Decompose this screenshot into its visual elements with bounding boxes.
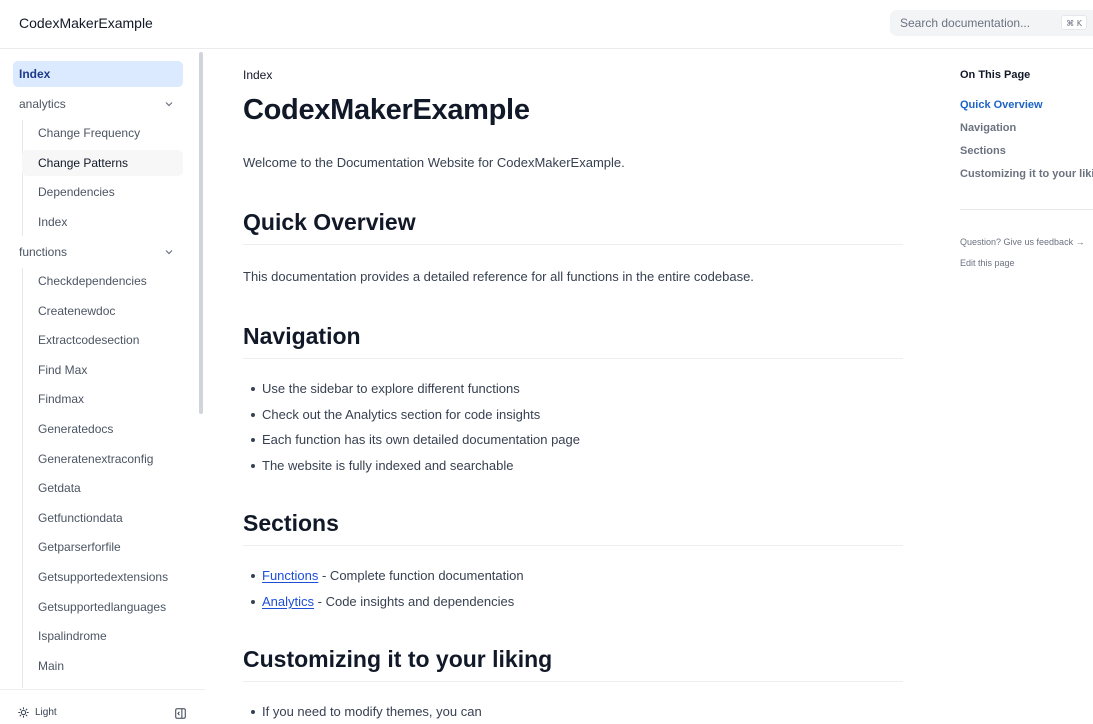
toc-link-sections[interactable]: Sections [960, 145, 1006, 157]
list-item: Each function has its own detailed docum… [251, 432, 580, 447]
list-item: Check out the Analytics section for code… [251, 407, 540, 422]
toc-link-quick-overview[interactable]: Quick Overview [960, 99, 1043, 111]
sidebar-item-label: Ispalindrome [38, 629, 107, 643]
site-logo[interactable]: CodexMakerExample [19, 15, 153, 31]
sidebar-item-label: Index [38, 215, 68, 229]
sidebar-item-getsupportedextensions[interactable]: Getsupportedextensions [22, 564, 183, 590]
sidebar-item-label: Getsupportedlanguages [38, 600, 167, 614]
intro-paragraph: Welcome to the Documentation Website for… [243, 155, 625, 170]
sidebar-item-change-patterns[interactable]: Change Patterns [22, 150, 183, 176]
heading-quick-overview: Quick Overview [243, 209, 903, 245]
sidebar-item-label: Findmax [38, 392, 85, 406]
breadcrumb[interactable]: Index [243, 68, 272, 82]
theme-toggle-button[interactable]: Light [18, 707, 57, 718]
sidebar-item-main[interactable]: Main [22, 653, 183, 679]
list-item-text: Each function has its own detailed docum… [262, 432, 580, 447]
chevron-down-icon [165, 250, 173, 255]
sidebar-item-generatedocs[interactable]: Generatedocs [22, 416, 183, 442]
sidebar-item-label: Getdata [38, 481, 81, 495]
list-item-text: If you need to modify themes, you can [262, 704, 482, 719]
list-item: If you need to modify themes, you can [251, 704, 482, 719]
sun-icon [18, 707, 29, 718]
sidebar-item-dependencies[interactable]: Dependencies [22, 179, 183, 205]
heading-navigation: Navigation [243, 323, 903, 359]
list-item-text: Use the sidebar to explore different fun… [262, 381, 520, 396]
list-item-text: - Complete function documentation [318, 568, 524, 583]
analytics-link[interactable]: Analytics [262, 594, 314, 609]
sidebar-item-label: Checkdependencies [38, 274, 147, 288]
heading-sections: Sections [243, 510, 903, 546]
sidebar-collapse-icon[interactable] [175, 708, 186, 719]
sidebar-group-analytics[interactable]: analytics [13, 91, 183, 117]
bullet-icon [251, 573, 255, 578]
theme-toggle-label: Light [35, 707, 57, 718]
toc-link-navigation[interactable]: Navigation [960, 122, 1016, 134]
sidebar-item-label: Getsupportedextensions [38, 570, 169, 584]
page-title: CodexMakerExample [243, 94, 530, 126]
sidebar-item-extractcodesection[interactable]: Extractcodesection [22, 327, 183, 353]
sidebar: Index analytics Change Frequency Change … [0, 49, 205, 724]
bullet-icon [251, 463, 255, 468]
sidebar-item-getsupportedlanguages[interactable]: Getsupportedlanguages [22, 594, 183, 620]
quick-overview-paragraph: This documentation provides a detailed r… [243, 269, 754, 284]
sidebar-item-label: Change Frequency [38, 126, 141, 140]
sidebar-item-change-frequency[interactable]: Change Frequency [22, 120, 183, 146]
list-item-text: The website is fully indexed and searcha… [262, 458, 514, 473]
sidebar-item-analytics-index[interactable]: Index [22, 209, 183, 235]
list-item-text: Check out the Analytics section for code… [262, 407, 541, 422]
sidebar-item-index[interactable]: Index [13, 61, 183, 87]
bullet-icon [251, 412, 255, 417]
bullet-icon [251, 386, 255, 391]
edit-page-link[interactable]: Edit this page [960, 258, 1015, 268]
toc-title: On This Page [960, 69, 1031, 81]
sidebar-item-label: Getparserforfile [38, 540, 121, 554]
sidebar-item-createnewdoc[interactable]: Createnewdoc [22, 298, 183, 324]
chevron-down-icon [165, 102, 173, 107]
sidebar-item-findmax[interactable]: Findmax [22, 386, 183, 412]
list-item: The website is fully indexed and searcha… [251, 458, 513, 473]
search-placeholder: Search documentation... [900, 16, 1031, 30]
sidebar-item-getfunctiondata[interactable]: Getfunctiondata [22, 505, 183, 531]
sidebar-item-label: Getfunctiondata [38, 511, 123, 525]
on-this-page-toc: On This Page Quick Overview Navigation S… [960, 49, 1093, 724]
toc-link-customizing[interactable]: Customizing it to your liking [960, 168, 1093, 180]
sidebar-group-label: functions [19, 245, 68, 259]
sidebar-scrollbar[interactable] [199, 52, 203, 414]
bullet-icon [251, 599, 255, 604]
list-item: Functions - Complete function documentat… [251, 568, 524, 583]
sidebar-item-find-max[interactable]: Find Max [22, 357, 183, 383]
sidebar-item-getparserforfile[interactable]: Getparserforfile [22, 534, 183, 560]
sidebar-item-label: Main [38, 659, 65, 673]
heading-customizing: Customizing it to your liking [243, 646, 903, 682]
sidebar-item-label: Find Max [38, 363, 88, 377]
sidebar-group-functions[interactable]: functions [13, 239, 183, 265]
bullet-icon [251, 709, 255, 714]
sidebar-item-label: Generatedocs [38, 422, 114, 436]
functions-link[interactable]: Functions [262, 568, 318, 583]
list-item-text: - Code insights and dependencies [314, 594, 515, 609]
search-shortcut-badge: ⌘ K [1061, 15, 1087, 30]
sidebar-item-label: Dependencies [38, 185, 115, 199]
search-input[interactable]: Search documentation... ⌘ K [890, 10, 1093, 36]
bullet-icon [251, 437, 255, 442]
top-navbar: CodexMakerExample Search documentation..… [0, 0, 1093, 49]
sidebar-item-label: Createnewdoc [38, 304, 116, 318]
list-item: Analytics - Code insights and dependenci… [251, 594, 514, 609]
sidebar-group-label: analytics [19, 97, 66, 111]
sidebar-item-label: Extractcodesection [38, 333, 140, 347]
toc-divider [960, 209, 1093, 210]
sidebar-item-label: Generatenextraconfig [38, 452, 154, 466]
sidebar-item-label: Change Patterns [38, 156, 129, 170]
sidebar-footer: Light [0, 689, 205, 724]
sidebar-item-getdata[interactable]: Getdata [22, 475, 183, 501]
feedback-link[interactable]: Question? Give us feedback → [960, 237, 1085, 247]
sidebar-item-ispalindrome[interactable]: Ispalindrome [22, 623, 183, 649]
sidebar-item-generatenextraconfig[interactable]: Generatenextraconfig [22, 446, 183, 472]
list-item: Use the sidebar to explore different fun… [251, 381, 520, 396]
sidebar-item-checkdependencies[interactable]: Checkdependencies [22, 268, 183, 294]
sidebar-item-label: Index [19, 67, 51, 81]
